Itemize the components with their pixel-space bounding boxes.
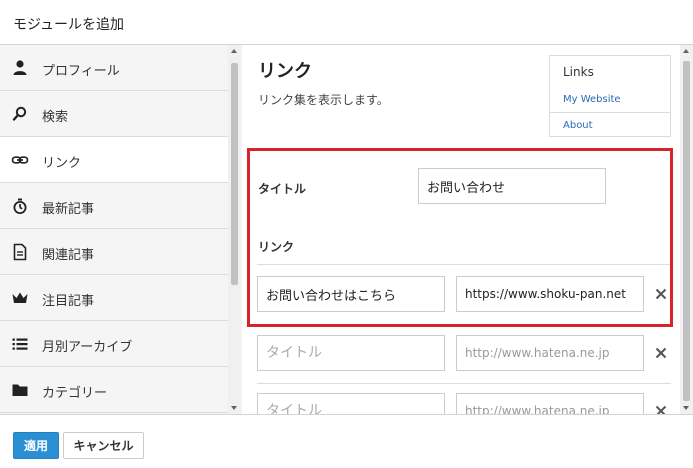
link-row-divider	[257, 264, 671, 265]
scroll-down-arrow-icon[interactable]	[683, 406, 689, 410]
link-url-input[interactable]	[456, 335, 644, 371]
sidebar-item-label: リンク	[42, 156, 82, 171]
dialog-title: モジュールを追加	[13, 17, 125, 33]
preview-link: About	[563, 120, 593, 131]
link-title-input[interactable]	[257, 393, 445, 414]
main-scrollbar[interactable]	[680, 45, 693, 414]
dialog-header: モジュールを追加	[0, 0, 693, 45]
close-icon[interactable]	[652, 344, 670, 362]
link-url-input[interactable]	[456, 276, 644, 312]
preview-divider	[550, 112, 670, 113]
search-icon	[12, 106, 27, 121]
module-preview: Links My Website About	[549, 55, 671, 137]
sidebar-item-profile[interactable]: プロフィール	[0, 45, 228, 91]
stopwatch-icon	[13, 198, 27, 214]
preview-title: Links	[563, 65, 594, 79]
scroll-up-arrow-icon[interactable]	[683, 49, 689, 53]
sidebar-item-label: 検索	[42, 110, 69, 125]
sidebar-item-archive[interactable]: 月別アーカイブ	[0, 321, 228, 367]
module-description: リンク集を表示します。	[258, 93, 389, 107]
link-icon	[11, 156, 29, 164]
sidebar-item-related[interactable]: 関連記事	[0, 229, 228, 275]
title-field-label: タイトル	[258, 182, 307, 196]
module-title: リンク	[258, 61, 312, 82]
sidebar-item-link[interactable]: リンク	[0, 137, 228, 183]
list-icon	[12, 338, 28, 350]
user-icon	[13, 60, 27, 75]
document-icon	[13, 243, 27, 261]
sidebar-item-label: プロフィール	[42, 64, 120, 79]
link-title-input[interactable]	[257, 276, 445, 312]
sidebar-scrollbar[interactable]	[228, 45, 241, 414]
link-row-divider	[257, 325, 671, 326]
folder-icon	[12, 384, 28, 396]
sidebar-item-label: 最新記事	[42, 202, 95, 217]
close-icon[interactable]	[652, 285, 670, 303]
link-title-input[interactable]	[257, 335, 445, 371]
module-settings-panel: リンク リンク集を表示します。 Links My Website About タ…	[242, 45, 693, 414]
module-list: プロフィール 検索 リンク 最新記事 関連記事 注目記事 月別アーカイブ カテゴ…	[0, 45, 228, 413]
scroll-up-arrow-icon[interactable]	[231, 49, 237, 53]
sidebar-item-recent[interactable]: 最新記事	[0, 183, 228, 229]
dialog-footer: 適用 キャンセル	[0, 414, 693, 468]
sidebar-scroll-thumb[interactable]	[231, 63, 238, 285]
sidebar-item-category[interactable]: カテゴリー	[0, 367, 228, 413]
sidebar-item-label: 関連記事	[42, 248, 95, 263]
link-url-input[interactable]	[456, 393, 644, 414]
main-scroll-thumb[interactable]	[683, 61, 690, 401]
sidebar-item-label: 月別アーカイブ	[42, 340, 133, 355]
sidebar-item-featured[interactable]: 注目記事	[0, 275, 228, 321]
scroll-down-arrow-icon[interactable]	[231, 406, 237, 410]
cancel-button[interactable]: キャンセル	[63, 432, 144, 459]
link-row-divider	[257, 383, 671, 384]
module-title-input[interactable]	[418, 168, 606, 204]
sidebar-item-label: 注目記事	[42, 294, 95, 309]
close-icon[interactable]	[652, 402, 670, 414]
crown-icon	[12, 292, 28, 303]
module-sidebar: プロフィール 検索 リンク 最新記事 関連記事 注目記事 月別アーカイブ カテゴ…	[0, 45, 242, 414]
apply-button[interactable]: 適用	[13, 432, 59, 459]
links-label: リンク	[258, 240, 295, 254]
sidebar-item-search[interactable]: 検索	[0, 91, 228, 137]
preview-link: My Website	[563, 94, 621, 105]
sidebar-item-label: カテゴリー	[42, 386, 108, 401]
